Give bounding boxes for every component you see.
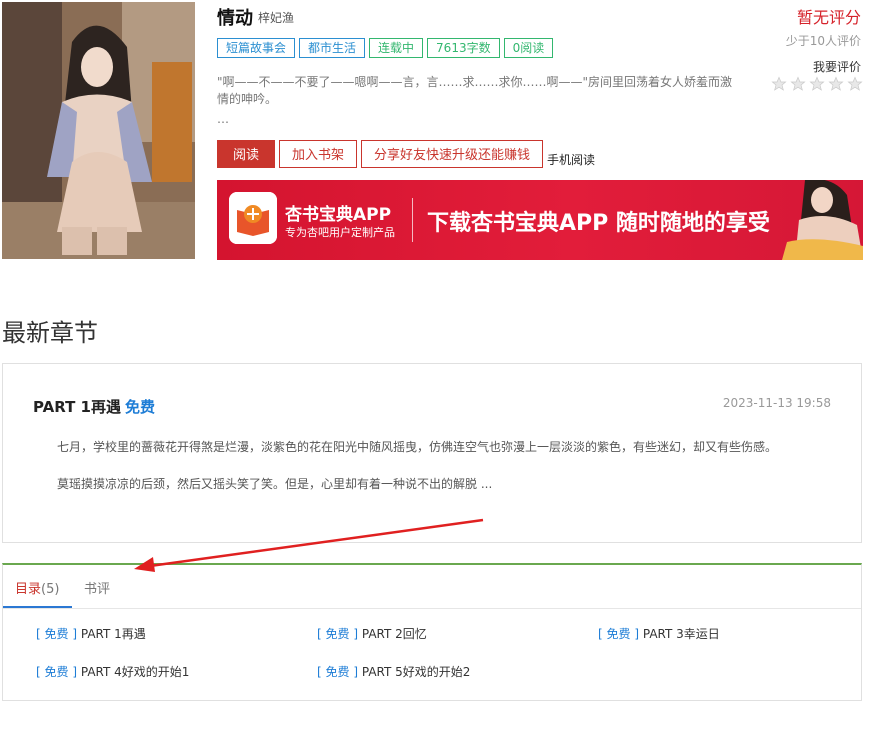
tag-subcategory[interactable]: 都市生活 [299,38,366,58]
toc-item[interactable]: [ 免费 ] PART 1再遇 [36,625,146,642]
add-to-shelf-button[interactable]: 加入书架 [279,140,358,168]
banner-app-name: 杏书宝典APP [285,205,392,225]
rating-score: 暂无评分 [796,8,861,27]
rating-stars[interactable] [771,76,863,92]
star-icon[interactable] [847,76,863,92]
toc-item[interactable]: [ 免费 ] PART 2回忆 [317,625,427,642]
book-tags: 短篇故事会 都市生活 连载中 7613字数 0阅读 [217,38,554,58]
toc-free-badge: 免费 [325,665,350,679]
chapter-excerpt-2: 莫瑶摸摸凉凉的后颈，然后又摇头笑了笑。但是，心里却有着一种说不出的解脱 ... [57,477,493,491]
banner-slogan: 下载杏书宝典APP 随时随地的享受 [427,211,770,236]
book-author[interactable]: 梓妃渔 [258,9,294,26]
tag-status: 连载中 [369,38,424,58]
banner-divider [412,198,413,242]
book-cover-image[interactable] [2,2,195,259]
star-icon[interactable] [809,76,825,92]
tab-toc-label[interactable]: 目录 [15,582,41,597]
chapter-title-text[interactable]: PART 1再遇 [33,398,121,416]
toc-free-badge: 免费 [606,627,631,641]
star-icon[interactable] [790,76,806,92]
chapter-excerpt-1: 七月，学校里的蔷薇花开得煞是烂漫，淡紫色的花在阳光中随风摇曳，仿佛连空气也弥漫上… [57,440,778,454]
book-intro: "啊——不——不要了——嗯啊——言，言……求……求你……啊——"房间里回荡着女人… [217,75,733,106]
latest-chapter-heading: 最新章节 [2,319,98,347]
tag-category[interactable]: 短篇故事会 [217,38,296,58]
toc-item[interactable]: [ 免费 ] PART 4好戏的开始1 [36,663,189,680]
tab-toc-count: (5) [41,582,60,597]
toc-free-badge: 免费 [325,627,350,641]
intro-ellipsis: … [217,112,229,126]
toc-item-title[interactable]: PART 1再遇 [81,627,146,641]
star-icon[interactable] [828,76,844,92]
toc-panel: 目录(5) 书评 [ 免费 ] PART 1再遇 [ 免费 ] PART 2回忆… [2,563,862,701]
latest-chapter-title[interactable]: PART 1再遇 免费 [33,396,155,417]
toc-item-title[interactable]: PART 4好戏的开始1 [81,665,190,679]
latest-chapter-card: PART 1再遇 免费 2023-11-13 19:58 七月，学校里的蔷薇花开得… [2,363,862,543]
tab-toc[interactable]: 目录(5) [15,578,59,597]
tab-bar: 目录(5) 书评 [3,565,861,609]
toc-free-badge: 免费 [44,665,69,679]
toc-item-title[interactable]: PART 5好戏的开始2 [362,665,471,679]
toc-item-title[interactable]: PART 2回忆 [362,627,427,641]
toc-item-title[interactable]: PART 3幸运日 [643,627,720,641]
read-button[interactable]: 阅读 [217,140,276,168]
toc-item[interactable]: [ 免费 ] PART 5好戏的开始2 [317,663,470,680]
rating-count: 少于10人评价 [785,34,861,48]
tag-read-count: 0阅读 [503,38,554,58]
tab-reviews[interactable]: 书评 [84,578,110,597]
active-tab-indicator [3,606,72,608]
tag-word-count: 7613字数 [427,38,500,58]
book-title: 情动 [217,8,253,29]
app-logo-icon [229,192,277,244]
star-icon[interactable] [771,76,787,92]
banner-model-image [777,180,863,260]
free-badge: 免费 [125,398,156,416]
mobile-read-link[interactable]: 手机阅读 [547,151,595,168]
toc-free-badge: 免费 [44,627,69,641]
app-download-banner[interactable]: 杏书宝典APP 专为杏吧用户定制产品 下载杏书宝典APP 随时随地的享受 [217,180,863,260]
toc-item[interactable]: [ 免费 ] PART 3幸运日 [598,625,720,642]
banner-app-subtitle: 专为杏吧用户定制产品 [285,226,395,239]
chapter-date: 2023-11-13 19:58 [722,396,831,410]
action-bar: 阅读 加入书架 分享好友快速升级还能赚钱 手机阅读 [217,140,595,168]
rate-link[interactable]: 我要评价 [813,58,861,75]
share-button[interactable]: 分享好友快速升级还能赚钱 [361,140,544,168]
